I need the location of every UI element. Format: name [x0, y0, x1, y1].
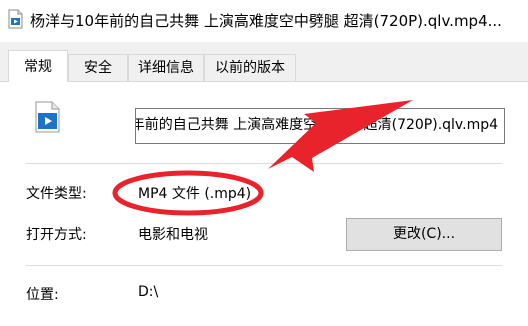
file-name-text: 杨洋与10年前的自己共舞 上演高难度空中劈腿 超清(720P).qlv.mp4 [136, 117, 498, 133]
file-name-field[interactable]: 杨洋与10年前的自己共舞 上演高难度空中劈腿 超清(720P).qlv.mp4 [135, 108, 505, 144]
video-file-icon [8, 9, 23, 29]
opens-with-label: 打开方式: [26, 227, 87, 243]
opens-with-value: 电影和电视 [138, 227, 208, 243]
window-titlebar: 杨洋与10年前的自己共舞 上演高难度空中劈腿 超清(720P).qlv.mp4.… [0, 0, 528, 42]
video-file-icon [35, 101, 60, 133]
tab-details[interactable]: 详细信息 [128, 54, 204, 81]
window-title: 杨洋与10年前的自己共舞 上演高难度空中劈腿 超清(720P).qlv.mp4.… [30, 12, 502, 30]
tab-general[interactable]: 常规 [8, 50, 68, 82]
file-type-label: 文件类型: [26, 186, 87, 202]
tab-security[interactable]: 安全 [68, 54, 128, 81]
location-label: 位置: [26, 287, 59, 303]
tab-previous-versions[interactable]: 以前的版本 [204, 54, 296, 81]
separator [26, 265, 502, 266]
tab-strip: 常规 安全 详细信息 以前的版本 [0, 42, 528, 82]
file-type-value: MP4 文件 (.mp4) [138, 186, 252, 202]
change-button[interactable]: 更改(C)... [346, 218, 502, 251]
location-value: D:\ [138, 284, 159, 300]
separator [26, 163, 502, 164]
